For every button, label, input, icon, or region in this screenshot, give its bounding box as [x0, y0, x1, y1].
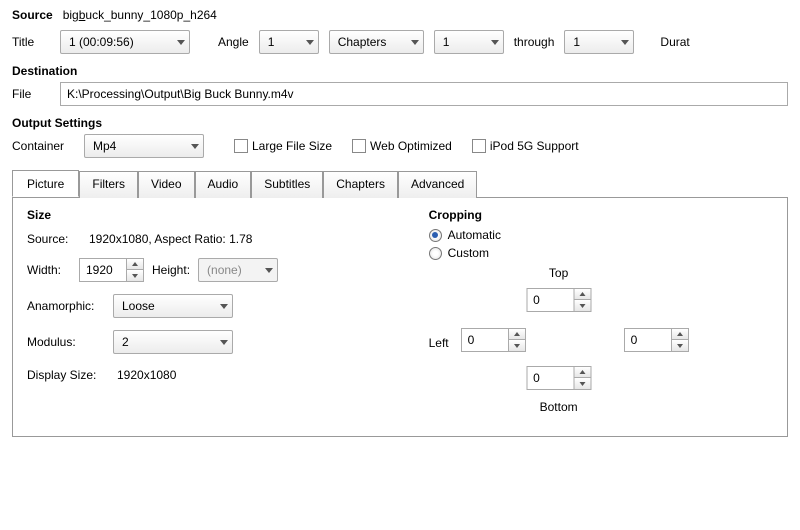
- modulus-value: 2: [122, 335, 129, 349]
- anamorphic-dropdown[interactable]: Loose: [113, 294, 233, 318]
- through-label: through: [514, 35, 555, 49]
- output-settings-heading: Output Settings: [12, 116, 788, 130]
- title-label: Title: [12, 35, 50, 49]
- destination-heading: Destination: [12, 64, 788, 78]
- width-spinner[interactable]: [79, 258, 144, 282]
- duration-label: Durat: [660, 35, 689, 49]
- source-text-a: big: [63, 8, 79, 22]
- width-input[interactable]: [80, 259, 126, 281]
- chevron-down-icon: [220, 340, 228, 345]
- source-label: Source: [12, 8, 53, 22]
- crop-left-spinner[interactable]: [461, 328, 526, 352]
- spinner-up-icon[interactable]: [574, 289, 590, 300]
- modulus-label: Modulus:: [27, 335, 105, 349]
- cropping-automatic-radio[interactable]: Automatic: [429, 228, 773, 242]
- height-dropdown[interactable]: (none): [198, 258, 278, 282]
- crop-right-input[interactable]: [625, 329, 671, 351]
- large-file-label: Large File Size: [252, 139, 332, 153]
- chevron-down-icon: [491, 40, 499, 45]
- checkbox-icon: [352, 139, 366, 153]
- tab-audio[interactable]: Audio: [195, 171, 252, 198]
- cropping-heading: Cropping: [429, 208, 773, 222]
- height-value: (none): [207, 263, 242, 277]
- spinner-up-icon[interactable]: [672, 329, 688, 340]
- crop-top-spinner[interactable]: [526, 288, 591, 312]
- spinner-up-icon[interactable]: [509, 329, 525, 340]
- title-dropdown[interactable]: 1 (00:09:56): [60, 30, 190, 54]
- checkbox-icon: [472, 139, 486, 153]
- crop-bottom-spinner[interactable]: [526, 366, 591, 390]
- crop-right-spinner[interactable]: [624, 328, 689, 352]
- spinner-up-icon[interactable]: [574, 367, 590, 378]
- spinner-up-icon[interactable]: [127, 259, 143, 270]
- angle-value: 1: [268, 35, 275, 49]
- tab-picture[interactable]: Picture: [12, 170, 79, 197]
- angle-label: Angle: [218, 35, 249, 49]
- chapter-end-dropdown[interactable]: 1: [564, 30, 634, 54]
- range-type-value: Chapters: [338, 35, 387, 49]
- chapter-end-value: 1: [573, 35, 580, 49]
- settings-tabs: Picture Filters Video Audio Subtitles Ch…: [12, 170, 788, 198]
- source-dim-value: 1920x1080, Aspect Ratio: 1.78: [89, 232, 252, 246]
- web-optimized-label: Web Optimized: [370, 139, 452, 153]
- tab-chapters[interactable]: Chapters: [323, 171, 398, 198]
- source-text-b: uck_bunny_1080p_h264: [85, 8, 216, 22]
- container-label: Container: [12, 139, 74, 153]
- chevron-down-icon: [265, 268, 273, 273]
- width-label: Width:: [27, 263, 71, 277]
- file-label: File: [12, 87, 50, 101]
- display-size-value: 1920x1080: [117, 368, 176, 382]
- chevron-down-icon: [177, 40, 185, 45]
- crop-left-label: Left: [429, 336, 449, 350]
- tab-subtitles[interactable]: Subtitles: [251, 171, 323, 198]
- cropping-automatic-label: Automatic: [448, 228, 501, 242]
- radio-icon: [429, 247, 442, 260]
- container-dropdown[interactable]: Mp4: [84, 134, 204, 158]
- chevron-down-icon: [191, 144, 199, 149]
- anamorphic-value: Loose: [122, 299, 155, 313]
- large-file-checkbox[interactable]: Large File Size: [234, 139, 332, 153]
- chevron-down-icon: [411, 40, 419, 45]
- ipod-5g-label: iPod 5G Support: [490, 139, 579, 153]
- container-value: Mp4: [93, 139, 116, 153]
- web-optimized-checkbox[interactable]: Web Optimized: [352, 139, 452, 153]
- crop-top-label: Top: [549, 266, 568, 280]
- angle-dropdown[interactable]: 1: [259, 30, 319, 54]
- cropping-custom-label: Custom: [448, 246, 489, 260]
- crop-left-input[interactable]: [462, 329, 508, 351]
- spinner-down-icon[interactable]: [574, 378, 590, 389]
- tab-advanced[interactable]: Advanced: [398, 171, 477, 198]
- crop-bottom-input[interactable]: [527, 367, 573, 389]
- anamorphic-label: Anamorphic:: [27, 299, 105, 313]
- modulus-dropdown[interactable]: 2: [113, 330, 233, 354]
- spinner-down-icon[interactable]: [127, 270, 143, 281]
- crop-top-input[interactable]: [527, 289, 573, 311]
- tab-video[interactable]: Video: [138, 171, 194, 198]
- height-label: Height:: [152, 263, 190, 277]
- range-type-dropdown[interactable]: Chapters: [329, 30, 424, 54]
- file-input[interactable]: [60, 82, 788, 106]
- source-value: bigbuck_bunny_1080p_h264: [63, 8, 217, 22]
- crop-bottom-label: Bottom: [540, 400, 578, 414]
- display-size-label: Display Size:: [27, 368, 109, 382]
- chevron-down-icon: [306, 40, 314, 45]
- size-heading: Size: [27, 208, 389, 222]
- title-value: 1 (00:09:56): [69, 35, 134, 49]
- spinner-down-icon[interactable]: [574, 300, 590, 311]
- source-dim-label: Source:: [27, 232, 81, 246]
- spinner-down-icon[interactable]: [509, 340, 525, 351]
- chevron-down-icon: [220, 304, 228, 309]
- spinner-down-icon[interactable]: [672, 340, 688, 351]
- chapter-start-value: 1: [443, 35, 450, 49]
- chevron-down-icon: [621, 40, 629, 45]
- cropping-custom-radio[interactable]: Custom: [429, 246, 773, 260]
- tab-filters[interactable]: Filters: [79, 171, 138, 198]
- chapter-start-dropdown[interactable]: 1: [434, 30, 504, 54]
- radio-checked-icon: [429, 229, 442, 242]
- checkbox-icon: [234, 139, 248, 153]
- picture-tab-panel: Size Source: 1920x1080, Aspect Ratio: 1.…: [12, 198, 788, 437]
- ipod-5g-checkbox[interactable]: iPod 5G Support: [472, 139, 579, 153]
